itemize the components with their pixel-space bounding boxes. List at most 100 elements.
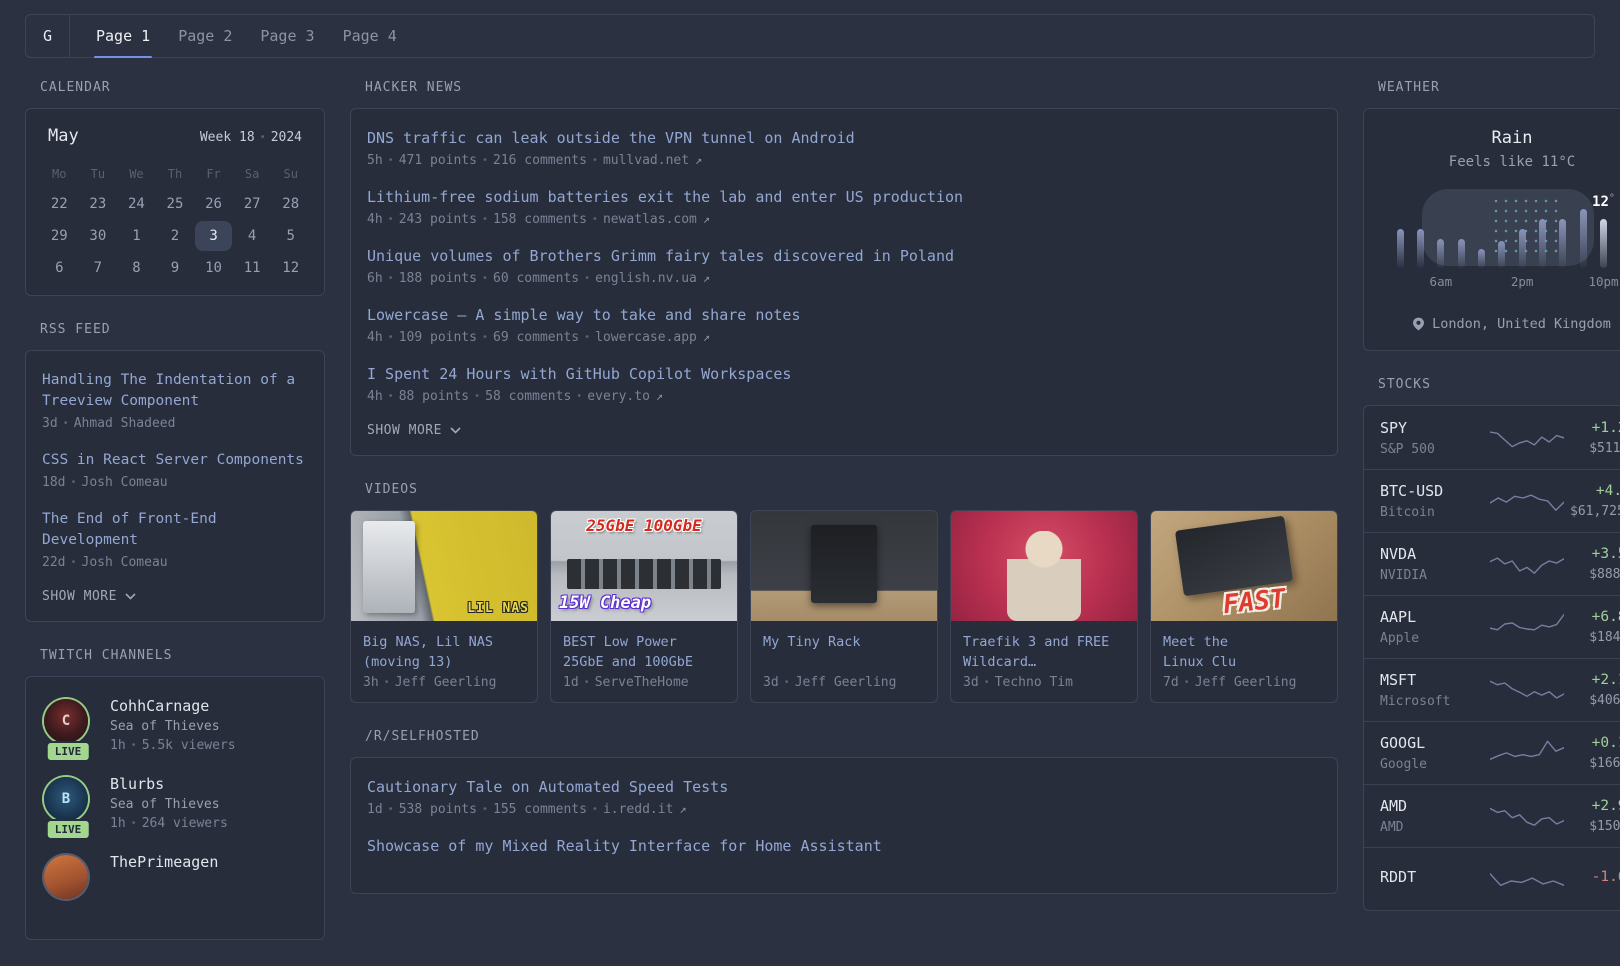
calendar-day: 10 (205, 260, 222, 276)
weather-widget-label: WEATHER (1378, 80, 1440, 95)
video-age: 1d (563, 675, 579, 690)
twitch-channel-row[interactable]: C LIVE CohhCarnage Sea of Thieves 1h • 5.5k vi… (42, 697, 308, 762)
stock-symbol: SPY (1380, 418, 1408, 437)
weather-bar (1437, 239, 1445, 268)
post-link[interactable]: Unique volumes of Brothers Grimm fairy t… (367, 246, 1321, 267)
post-link[interactable]: DNS traffic can leak outside the VPN tun… (367, 128, 1321, 149)
video-title-link[interactable]: Traefik 3 and FREE Wildcard… (963, 632, 1125, 672)
stock-row[interactable]: RDDT -1.65% (1364, 847, 1620, 910)
hackernews-show-more-button[interactable]: SHOW MORE (367, 423, 1321, 438)
video-title-link[interactable]: Meet the Linux Clu (1163, 632, 1325, 672)
post-link[interactable]: Lithium-free sodium batteries exit the l… (367, 187, 1321, 208)
video-thumbnail[interactable]: FAST (1151, 511, 1337, 621)
source-link[interactable]: i.redd.it (603, 802, 673, 817)
video-card[interactable]: 25GbE 100GbE 15W Cheap BEST Low Power 25Gb… (550, 510, 738, 703)
weather-location-row: London, United Kingdom (1364, 316, 1620, 332)
twitch-channel-info: ThePrimeagen (110, 853, 218, 901)
right-column: WEATHER Rain Feels like 11°C 12° 6am 2pm 1… (1363, 74, 1620, 937)
calendar-day: 24 (127, 196, 145, 212)
tab-page-1[interactable]: Page 1 (82, 15, 164, 58)
video-card[interactable]: LIL NAS Big NAS, Lil NAS (moving 13) 3h • Je… (350, 510, 538, 703)
video-card[interactable]: Traefik 3 and FREE Wildcard… 3d • Techno Ti… (950, 510, 1138, 703)
twitch-channel-row[interactable]: B LIVE Blurbs Sea of Thieves 1h • 264 viewers (42, 775, 308, 840)
post-link[interactable]: Cautionary Tale on Automated Speed Tests (367, 777, 1321, 798)
stock-row[interactable]: AAPL Apple +6.87% $184.91 (1364, 595, 1620, 658)
video-card[interactable]: My Tiny Rack 3d • Jeff Geerling (750, 510, 938, 703)
source-link[interactable]: lowercase.app (595, 330, 697, 345)
stock-row[interactable]: NVDA NVIDIA +3.52% $888.40 (1364, 532, 1620, 595)
twitch-channel-row[interactable]: ThePrimeagen (42, 853, 308, 901)
video-title-link[interactable]: BEST Low Power 25GbE and 100GbE Switch… (563, 632, 725, 672)
calendar-day: 9 (170, 260, 180, 276)
meta-part: 4h (367, 212, 383, 227)
rss-item-link[interactable]: CSS in React Server Components (42, 450, 308, 471)
stock-row[interactable]: AMD AMD +2.94% $150.45 (1364, 784, 1620, 847)
rss-item-link[interactable]: Handling The Indentation of a Treeview C… (42, 370, 308, 412)
video-meta: 3d • Techno Tim (963, 675, 1125, 690)
stock-sparkline (1490, 740, 1564, 760)
video-channel: Jeff Geerling (794, 675, 897, 690)
video-card-body: My Tiny Rack 3d • Jeff Geerling (751, 621, 937, 702)
stock-row[interactable]: BTC-USD Bitcoin +4.40% $61,725.48 (1364, 469, 1620, 532)
rss-item: Handling The Indentation of a Treeview C… (42, 370, 308, 431)
source-link[interactable]: english.nv.ua (595, 271, 697, 286)
meta-part: 216 comments (493, 153, 587, 168)
post-link[interactable]: Lowercase – A simple way to take and sha… (367, 305, 1321, 326)
degree-symbol: ° (1608, 193, 1615, 204)
stock-row[interactable]: MSFT Microsoft +2.16% $406.43 (1364, 658, 1620, 721)
stocks-widget: STOCKS SPY S&P 500 +1.29% $511.57 BTC-USD Bit… (1363, 377, 1620, 911)
video-thumbnail[interactable] (751, 511, 937, 621)
show-more-label: SHOW MORE (42, 589, 117, 604)
source-link[interactable]: newatlas.com (603, 212, 697, 227)
stock-company-name: Bitcoin (1380, 505, 1435, 520)
stock-change-percent: +1.29% (1591, 419, 1620, 436)
meta-part: 158 comments (493, 212, 587, 227)
twitch-channel-info: Blurbs Sea of Thieves 1h • 264 viewers (110, 775, 228, 831)
videos-row: LIL NAS Big NAS, Lil NAS (moving 13) 3h • Je… (350, 510, 1338, 703)
calendar-day: 26 (205, 196, 222, 212)
tab-page-2[interactable]: Page 2 (164, 15, 246, 57)
weather-bar (1477, 249, 1485, 268)
stock-change-percent: +2.94% (1591, 798, 1620, 814)
stock-row[interactable]: SPY S&P 500 +1.29% $511.57 (1364, 406, 1620, 469)
thumbnail-badge-text: FAST (1221, 583, 1288, 621)
source-link[interactable]: mullvad.net (603, 153, 689, 168)
separator-dot: • (387, 332, 394, 343)
stock-row[interactable]: GOOGL Google +0.10% $166.78 (1364, 721, 1620, 784)
video-title-link[interactable]: Big NAS, Lil NAS (moving 13) (363, 632, 525, 672)
stocks-widget-label: STOCKS (1378, 377, 1431, 392)
external-link-icon: ↗ (679, 802, 687, 816)
video-channel: Techno Tim (994, 675, 1073, 690)
tab-bar: Page 1 Page 2 Page 3 Page 4 (70, 15, 411, 58)
tab-page-4[interactable]: Page 4 (329, 15, 411, 57)
video-card[interactable]: FAST Meet the Linux Clu 7d • Jeff Geerling (1150, 510, 1338, 703)
weather-bar-cell (1390, 192, 1410, 268)
hackernews-widget-label: HACKER NEWS (365, 80, 463, 95)
rss-item-link[interactable]: The End of Front-End Development (42, 509, 308, 551)
separator-dot: • (583, 677, 590, 688)
source-link[interactable]: every.to (587, 389, 650, 404)
post-link[interactable]: Showcase of my Mixed Reality Interface f… (367, 836, 1321, 857)
rss-show-more-button[interactable]: SHOW MORE (42, 589, 308, 604)
post-meta: 1d • 538 points • 155 comments • i.redd.it ↗ (367, 802, 1321, 817)
video-title-link[interactable]: My Tiny Rack (763, 632, 925, 652)
twitch-game: Sea of Thieves (110, 797, 220, 812)
stock-identity: MSFT Microsoft (1380, 671, 1484, 709)
blurbs-avatar: B (44, 777, 88, 821)
video-thumbnail[interactable] (951, 511, 1137, 621)
post-link[interactable]: I Spent 24 Hours with GitHub Copilot Wor… (367, 364, 1321, 385)
stock-symbol: NVDA (1380, 545, 1417, 563)
hackernews-item: Lowercase – A simple way to take and sha… (367, 305, 1321, 345)
meta-part: 109 points (398, 330, 477, 345)
calendar-weekday: We (129, 167, 144, 181)
post-meta: 4h • 109 points • 69 comments • lowercase.app ↗ (367, 330, 1321, 345)
calendar-day: 7 (93, 260, 103, 276)
rss-item: CSS in React Server Components 18d • Josh C… (42, 450, 308, 490)
video-thumbnail[interactable]: LIL NAS (351, 511, 537, 621)
tab-page-3[interactable]: Page 3 (246, 15, 328, 57)
stock-company-name: Google (1380, 757, 1427, 772)
video-thumbnail[interactable]: 25GbE 100GbE 15W Cheap (551, 511, 737, 621)
twitch-meta: 1h • 264 viewers (110, 816, 228, 831)
meta-part: 243 points (398, 212, 477, 227)
stock-company-name: NVIDIA (1380, 568, 1427, 583)
